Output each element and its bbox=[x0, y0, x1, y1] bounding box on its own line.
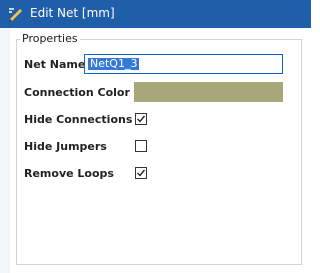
window-title: Edit Net [mm] bbox=[30, 6, 115, 20]
hide-jumpers-checkbox[interactable] bbox=[135, 140, 147, 152]
net-name-input[interactable]: NetQ1_3 bbox=[84, 54, 283, 74]
remove-loops-label: Remove Loops bbox=[24, 167, 114, 180]
hide-jumpers-label: Hide Jumpers bbox=[24, 140, 107, 153]
hide-connections-label: Hide Connections bbox=[24, 113, 133, 126]
net-name-label: Net Name bbox=[24, 58, 86, 71]
left-edge-shade bbox=[0, 28, 10, 273]
checkmark-icon bbox=[137, 115, 146, 123]
connection-color-swatch[interactable] bbox=[134, 82, 283, 102]
connection-color-label: Connection Color bbox=[24, 86, 130, 99]
net-name-value: NetQ1_3 bbox=[88, 57, 140, 70]
edit-net-icon bbox=[8, 6, 24, 22]
remove-loops-checkbox[interactable] bbox=[135, 167, 147, 179]
properties-group-title: Properties bbox=[20, 32, 80, 45]
checkmark-icon bbox=[137, 169, 146, 177]
title-bar[interactable]: Edit Net [mm] bbox=[0, 0, 311, 28]
hide-connections-checkbox[interactable] bbox=[135, 113, 147, 125]
